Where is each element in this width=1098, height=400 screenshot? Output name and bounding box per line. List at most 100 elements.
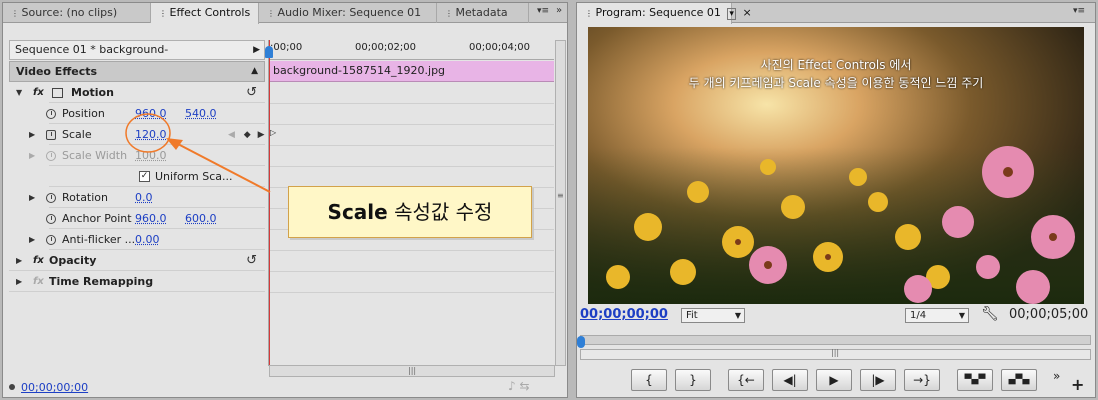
position-label: Position	[62, 107, 105, 120]
tick-label: 00;00;04;00	[469, 42, 531, 53]
zoom-scrollbar[interactable]: |||	[580, 348, 1091, 360]
close-icon[interactable]: ×	[742, 6, 751, 19]
tab-metadata[interactable]: ⋮ Metadata	[437, 3, 529, 23]
expand-right-icon[interactable]: ▶	[29, 146, 35, 166]
tick-label: ;00;00	[270, 42, 303, 53]
clip-bar[interactable]: background-1587514_1920.jpg	[269, 61, 554, 82]
track-divider	[269, 124, 554, 125]
scale-value[interactable]: 120.0	[135, 125, 167, 145]
mark-out-button[interactable]: }	[675, 369, 711, 391]
sequence-clip-header[interactable]: Sequence 01 * background-1587514_1920.jp…	[9, 40, 265, 74]
current-timecode[interactable]: 00;00;00;00	[21, 381, 88, 394]
track-divider	[269, 250, 554, 251]
fx-icon[interactable]: fx	[33, 83, 44, 103]
track-divider	[269, 292, 554, 293]
next-keyframe-icon[interactable]: ▶	[258, 130, 265, 140]
effect-row-opacity[interactable]: ▶ fx Opacity ↺	[9, 251, 265, 271]
program-video-frame[interactable]: 사진의 Effect Controls 에서 두 개의 키프레임과 Scale …	[588, 27, 1084, 304]
go-to-out-button[interactable]: →}	[904, 369, 940, 391]
panel-menu-icon[interactable]: ▾≡	[537, 6, 549, 16]
program-current-time[interactable]: 00;00;00;00	[580, 307, 668, 322]
play-button[interactable]: ▶	[816, 369, 852, 391]
tab-grip-icon: ⋮	[585, 9, 596, 18]
program-time-ruler[interactable]: |||	[577, 335, 1091, 363]
anti-flicker-label: Anti-flicker ...	[62, 233, 136, 246]
vertical-scrollbar[interactable]: ≡	[555, 40, 566, 366]
mark-in-button[interactable]: {	[631, 369, 667, 391]
effect-row-motion[interactable]: ▼ fx Motion ↺	[9, 83, 265, 103]
collapse-icon[interactable]: ▲	[251, 62, 258, 81]
stopwatch-icon[interactable]	[46, 235, 56, 245]
tab-audio-mixer[interactable]: ⋮ Audio Mixer: Sequence 01	[259, 3, 437, 23]
scroll-grip-icon: |||	[408, 366, 417, 375]
fx-icon[interactable]: fx	[33, 251, 44, 271]
expand-right-icon[interactable]: ▶	[29, 188, 35, 208]
stopwatch-icon[interactable]	[46, 193, 56, 203]
position-y-value[interactable]: 540.0	[185, 104, 217, 124]
horizontal-scrollbar[interactable]: |||	[269, 365, 555, 377]
anchor-x-value[interactable]: 960.0	[135, 209, 167, 229]
track-divider	[269, 103, 554, 104]
tab-grip-icon: ⋮	[11, 9, 22, 18]
reset-icon[interactable]: ↺	[246, 251, 257, 271]
panel-menu-icon[interactable]: ▾≡	[1073, 6, 1085, 16]
tab-program-monitor[interactable]: ⋮ Program: Sequence 01 ▾ ×	[577, 3, 752, 24]
stopwatch-icon[interactable]	[46, 214, 56, 224]
tab-effect-controls[interactable]: ⋮ Effect Controls	[151, 3, 259, 24]
tab-source[interactable]: ⋮ Source: (no clips)	[3, 3, 151, 23]
time-ruler[interactable]: ;00;00 00;00;02;00 00;00;04;00	[269, 40, 554, 60]
effect-row-time-remapping[interactable]: ▶ fx Time Remapping	[9, 272, 265, 292]
lift-button[interactable]: ▀▄▀	[957, 369, 993, 391]
reset-icon[interactable]: ↺	[246, 83, 257, 103]
motion-transform-icon[interactable]	[52, 88, 63, 98]
effect-row-anchor-point: Anchor Point 960.0 600.0	[9, 209, 265, 229]
step-back-button[interactable]: ◀|	[772, 369, 808, 391]
tab-grip-icon: ⋮	[445, 9, 456, 18]
left-tabbar: ⋮ Source: (no clips) ⋮ Effect Controls ⋮…	[3, 3, 567, 24]
ruler-track[interactable]	[580, 335, 1091, 345]
playhead[interactable]	[265, 40, 273, 366]
anchor-y-value[interactable]: 600.0	[185, 209, 217, 229]
stopwatch-icon	[46, 151, 56, 161]
prev-keyframe-icon[interactable]: ◀	[228, 130, 235, 140]
track-divider	[269, 145, 554, 146]
stopwatch-icon[interactable]	[46, 109, 56, 119]
expand-right-icon[interactable]: ▶	[29, 125, 35, 145]
expand-icon[interactable]: »	[556, 5, 562, 16]
step-forward-button[interactable]: |▶	[860, 369, 896, 391]
rotation-value[interactable]: 0.0	[135, 188, 153, 208]
effect-row-uniform-scale: ✓ Uniform Sca...	[9, 167, 265, 187]
more-buttons-icon[interactable]: »	[1053, 369, 1060, 383]
overlay-title-line1: 사진의 Effect Controls 에서	[760, 58, 912, 72]
rotation-label: Rotation	[62, 191, 109, 204]
add-button-icon[interactable]: +	[1071, 375, 1084, 394]
expand-right-icon[interactable]: ▶	[16, 272, 22, 292]
annotation-callout: Scale 속성값 수정	[288, 186, 532, 238]
expand-down-icon[interactable]: ▼	[16, 83, 22, 103]
row-divider	[49, 207, 265, 208]
resolution-select[interactable]: 1/4 ▼	[905, 308, 969, 323]
show-timeline-icon[interactable]: ▶	[253, 41, 260, 59]
playhead-handle[interactable]	[265, 46, 273, 58]
row-divider	[49, 165, 265, 166]
zoom-select[interactable]: Fit ▼	[681, 308, 745, 323]
audio-loop-icons: ♪ ⇆	[508, 379, 530, 393]
stopwatch-active-icon[interactable]	[46, 130, 56, 140]
time-remapping-label: Time Remapping	[49, 275, 154, 288]
go-to-in-button[interactable]: {←	[728, 369, 764, 391]
keyframe-icon[interactable]: ▷	[270, 128, 276, 137]
dropdown-icon[interactable]: ▾	[727, 8, 736, 20]
position-x-value[interactable]: 960.0	[135, 104, 167, 124]
expand-right-icon[interactable]: ▶	[29, 230, 35, 250]
anti-flicker-value[interactable]: 0.00	[135, 230, 160, 250]
tick-label: 00;00;02;00	[355, 42, 417, 53]
expand-right-icon[interactable]: ▶	[16, 251, 22, 271]
uniform-scale-checkbox[interactable]: ✓	[139, 171, 150, 182]
program-playhead[interactable]	[577, 336, 585, 348]
opacity-label: Opacity	[49, 254, 97, 267]
add-keyframe-icon[interactable]: ◆	[244, 130, 251, 140]
extract-button[interactable]: ▄▀▄	[1001, 369, 1037, 391]
row-divider	[9, 291, 265, 292]
wrench-icon[interactable]: 🔧︎	[981, 306, 999, 322]
scroll-grip-icon: ≡	[557, 191, 564, 200]
